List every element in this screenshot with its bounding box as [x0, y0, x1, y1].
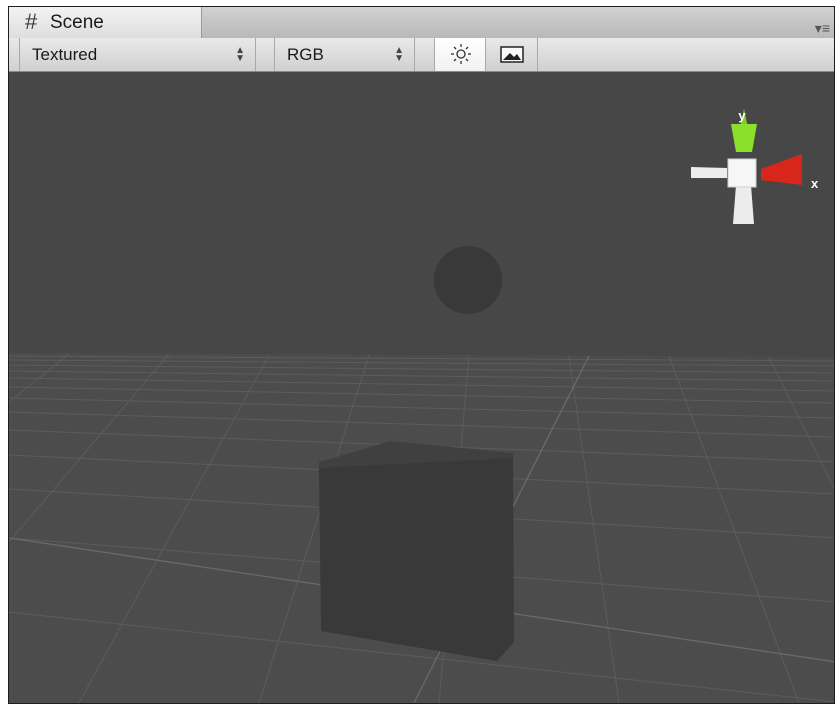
color-channel-label: RGB — [287, 45, 324, 64]
tab-title: Scene — [50, 12, 104, 33]
gizmo-negy-cone — [733, 185, 754, 224]
sphere-object[interactable] — [434, 246, 502, 314]
image-icon — [500, 46, 524, 63]
render-mode-label: Textured — [32, 45, 98, 64]
scene-canvas[interactable]: y x — [9, 72, 834, 703]
tab-scene[interactable]: # Scene — [9, 7, 202, 38]
updown-arrows-icon: ▲ ▼ — [394, 45, 404, 64]
cube-object[interactable] — [319, 441, 514, 661]
color-channel-dropdown[interactable]: RGB ▲ ▼ — [274, 38, 415, 71]
sun-icon — [451, 44, 471, 64]
gizmo-y-label: y — [738, 108, 746, 123]
scene-window: # Scene ▾≡ Textured ▲ ▼ RGB ▲ ▼ y x — [8, 6, 835, 704]
gizmo-center-cube[interactable] — [727, 158, 757, 188]
scene-lighting-toggle[interactable] — [434, 38, 486, 71]
hash-grid-icon: # — [25, 9, 38, 34]
panel-menu-icon[interactable]: ▾≡ — [806, 21, 830, 35]
gizmo-negx-cone — [691, 167, 727, 178]
scene-viewport[interactable]: y x — [9, 72, 834, 703]
updown-arrows-icon: ▲ ▼ — [235, 45, 245, 64]
gizmo-x-label: x — [811, 176, 819, 191]
tab-bar: # Scene ▾≡ — [9, 7, 834, 39]
scene-overlay-toggle[interactable] — [486, 38, 538, 71]
render-mode-dropdown[interactable]: Textured ▲ ▼ — [19, 38, 256, 71]
scene-toolbar: Textured ▲ ▼ RGB ▲ ▼ — [9, 38, 834, 72]
cube-front-face — [319, 458, 514, 661]
